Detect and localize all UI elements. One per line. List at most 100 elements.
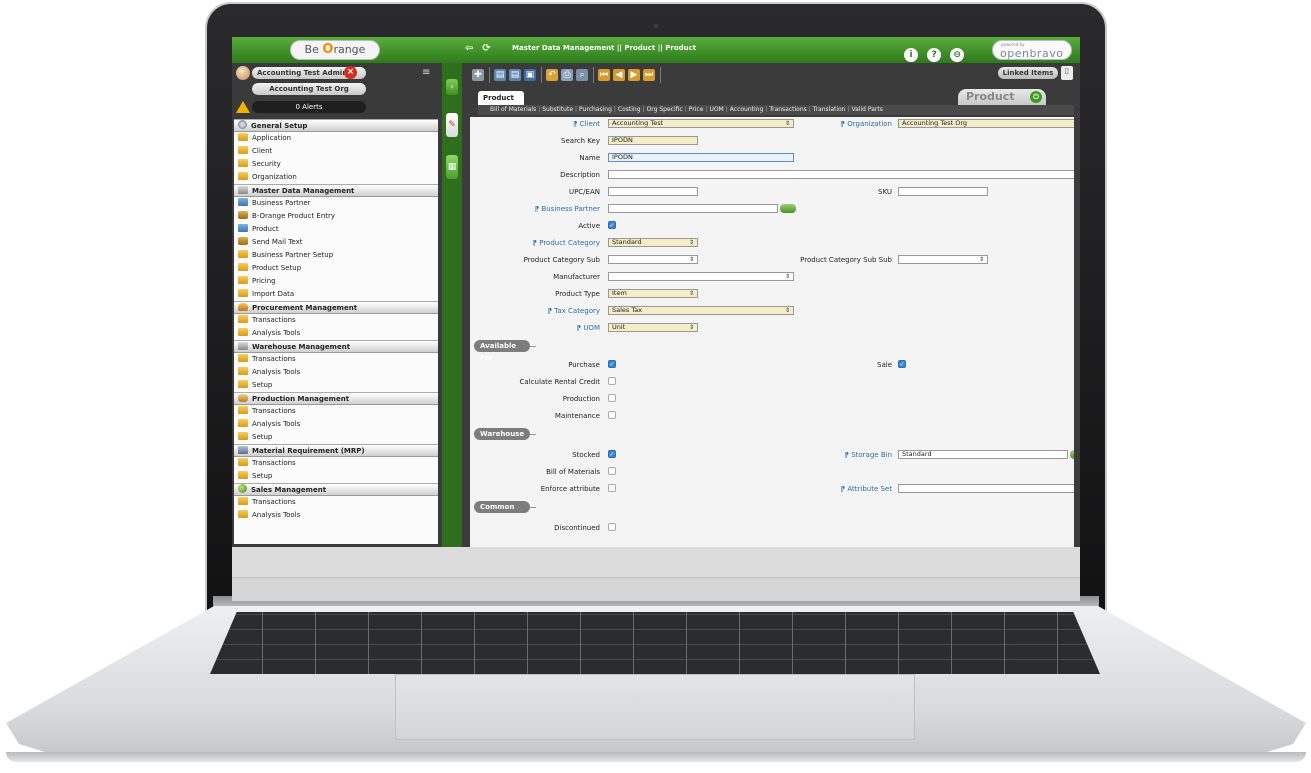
save-close-icon[interactable]: ▣: [524, 69, 536, 81]
first-record-icon[interactable]: ⏮: [598, 69, 610, 81]
close-icon[interactable]: ×: [344, 66, 357, 79]
menu-item[interactable]: Analysis Tools: [234, 327, 438, 340]
linked-items-button[interactable]: Linked Items: [998, 67, 1058, 79]
grid-view-tab[interactable]: ▦: [446, 155, 458, 179]
menu-toggle-icon[interactable]: ≡: [422, 67, 434, 79]
upc-input[interactable]: [608, 187, 698, 196]
document-icon[interactable]: ▯: [1061, 66, 1073, 80]
menu-item[interactable]: Setup: [234, 379, 438, 392]
menu-item[interactable]: Business Partner Setup: [234, 249, 438, 262]
save-next-icon[interactable]: ▤: [509, 69, 521, 81]
product-type-select[interactable]: Item ⇕: [608, 289, 698, 298]
menu-item[interactable]: Organization: [234, 171, 438, 184]
client-select[interactable]: Accounting Test ⇕: [608, 119, 794, 128]
menu-item[interactable]: Business Partner: [234, 197, 438, 210]
attribute-set-select[interactable]: ⇕: [898, 484, 1074, 493]
new-record-icon[interactable]: ✚: [472, 69, 484, 81]
rental-credit-checkbox[interactable]: [608, 377, 616, 385]
available-for-section[interactable]: Available For: [474, 340, 530, 362]
menu-item[interactable]: Analysis Tools: [234, 509, 438, 522]
subtab[interactable]: Translation: [811, 105, 848, 115]
logout-icon[interactable]: ⊖: [950, 48, 965, 62]
save-icon[interactable]: ▤: [494, 69, 506, 81]
common-section[interactable]: Common: [474, 501, 530, 513]
menu-item[interactable]: Analysis Tools: [234, 366, 438, 379]
info-icon[interactable]: i: [904, 48, 918, 62]
product-category-sub-select[interactable]: ⇕: [608, 255, 698, 264]
search-icon[interactable]: ⌕: [576, 69, 588, 81]
last-record-icon[interactable]: ⏭: [643, 69, 655, 81]
menu-section[interactable]: Warehouse Management: [234, 340, 438, 353]
menu-section[interactable]: Production Management: [234, 392, 438, 405]
uom-select[interactable]: Unit ⇕: [608, 323, 698, 332]
product-category-sub-sub-select[interactable]: ⇕: [898, 255, 988, 264]
be-orange-logo[interactable]: Be Orange: [290, 40, 380, 60]
product-category-select[interactable]: Standard ⇕: [608, 238, 698, 247]
discontinued-checkbox[interactable]: [608, 523, 616, 531]
subtab[interactable]: Valid Parts: [850, 105, 885, 115]
menu-item[interactable]: Application: [234, 132, 438, 145]
menu-item[interactable]: Send Mail Text: [234, 236, 438, 249]
menu-section[interactable]: Sales Management: [234, 483, 438, 496]
subtab[interactable]: Bill of Materials: [488, 105, 538, 115]
menu-item[interactable]: Transactions: [234, 314, 438, 327]
subtab[interactable]: UOM: [707, 105, 725, 115]
menu-section[interactable]: Material Requirement (MRP): [234, 444, 438, 457]
active-checkbox[interactable]: ✓: [608, 221, 616, 229]
menu-section[interactable]: Master Data Management: [234, 184, 438, 197]
menu-item[interactable]: Client: [234, 145, 438, 158]
subtab[interactable]: Costing: [616, 105, 643, 115]
edit-view-tab[interactable]: ✎: [446, 113, 458, 137]
back-arrow-icon[interactable]: ⇦: [465, 43, 479, 54]
menu-item[interactable]: Product: [234, 223, 438, 236]
menu-item[interactable]: Transactions: [234, 405, 438, 418]
refresh-icon[interactable]: ⟳: [482, 43, 496, 54]
collapse-sidebar-button[interactable]: ‹: [446, 79, 458, 95]
menu-section[interactable]: General Setup: [234, 119, 438, 132]
description-input[interactable]: [608, 170, 1074, 179]
subtab[interactable]: Org Specific: [645, 105, 685, 115]
business-partner-input[interactable]: [608, 204, 778, 213]
maintenance-checkbox[interactable]: [608, 411, 616, 419]
subtab[interactable]: Purchasing: [577, 105, 614, 115]
alerts-button[interactable]: 0 Alerts: [252, 101, 366, 113]
sku-input[interactable]: [898, 187, 988, 196]
subtab[interactable]: Price: [687, 105, 706, 115]
undo-icon[interactable]: ↶: [546, 69, 558, 81]
menu-item[interactable]: B-Orange Product Entry: [234, 210, 438, 223]
menu-item[interactable]: Product Setup: [234, 262, 438, 275]
menu-item[interactable]: Pricing: [234, 275, 438, 288]
previous-record-icon[interactable]: ◀: [613, 69, 625, 81]
name-input[interactable]: IPODN: [608, 153, 794, 162]
menu-item[interactable]: Setup: [234, 470, 438, 483]
bill-of-materials-checkbox[interactable]: [608, 467, 616, 475]
sale-checkbox[interactable]: ✓: [898, 360, 906, 368]
subtab[interactable]: Transactions: [767, 105, 808, 115]
next-record-icon[interactable]: ▶: [628, 69, 640, 81]
tab-product[interactable]: Product: [478, 91, 524, 105]
warehouse-section[interactable]: Warehouse: [474, 428, 530, 440]
organization-select[interactable]: Accounting Test Org⇕: [898, 119, 1074, 128]
menu-section[interactable]: Procurement Management: [234, 301, 438, 314]
help-icon[interactable]: ?: [927, 48, 942, 62]
storage-bin-search-icon[interactable]: [1070, 450, 1074, 459]
subtab[interactable]: Accounting: [728, 105, 766, 115]
menu-item[interactable]: Transactions: [234, 457, 438, 470]
menu-item[interactable]: Analysis Tools: [234, 418, 438, 431]
manufacturer-select[interactable]: ⇕: [608, 272, 794, 281]
menu-item[interactable]: Transactions: [234, 353, 438, 366]
menu-item[interactable]: Transactions: [234, 496, 438, 509]
menu-item[interactable]: Security: [234, 158, 438, 171]
business-partner-search-icon[interactable]: [780, 204, 796, 213]
org-selector[interactable]: Accounting Test Org: [252, 83, 366, 95]
tax-category-select[interactable]: Sales Tax ⇕: [608, 306, 794, 315]
subtab[interactable]: Substitute: [540, 105, 575, 115]
purchase-checkbox[interactable]: ✓: [608, 360, 616, 368]
menu-item[interactable]: Setup: [234, 431, 438, 444]
menu-item[interactable]: Import Data: [234, 288, 438, 301]
print-icon[interactable]: ⎙: [561, 69, 573, 81]
search-key-input[interactable]: IPODN: [608, 136, 698, 145]
enforce-attribute-checkbox[interactable]: [608, 484, 616, 492]
storage-bin-input[interactable]: Standard: [898, 450, 1068, 459]
stocked-checkbox[interactable]: ✓: [608, 450, 616, 458]
